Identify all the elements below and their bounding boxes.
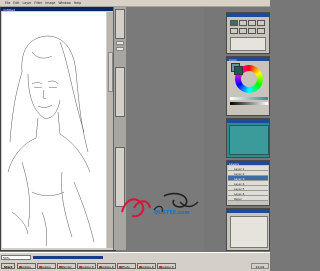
app-icon xyxy=(119,265,122,268)
layer-name: Paper xyxy=(234,197,242,201)
start-button[interactable]: Start xyxy=(1,263,15,269)
app-icon xyxy=(59,265,62,268)
layers-panel-title-bar: Layers xyxy=(227,161,269,166)
brush-panel-title xyxy=(227,13,269,17)
document-window: Untitled xyxy=(0,7,116,251)
color-panel-title: Color xyxy=(229,58,237,62)
app-icon xyxy=(39,265,42,268)
drawing-canvas[interactable] xyxy=(2,12,106,248)
app-icon xyxy=(79,265,82,268)
mixer-panel xyxy=(226,118,270,158)
sidebar-tab-2[interactable] xyxy=(116,47,124,51)
info-panel xyxy=(226,208,270,251)
info-panel-content xyxy=(230,216,268,248)
color-panel-title-bar: Color xyxy=(227,57,269,62)
color-panel: Color xyxy=(226,56,270,116)
watermark-logo: QUSTEE.com xyxy=(120,190,230,222)
taskbar-item[interactable]: Adobe P. xyxy=(157,263,176,269)
pencil-icon[interactable] xyxy=(239,20,247,26)
tool-palette xyxy=(115,9,125,39)
taskbar-item[interactable]: Adobe P. xyxy=(77,263,96,269)
mixer-panel-title-bar xyxy=(227,119,269,123)
menu-bar: File Edit Layer Filter Image Window Help xyxy=(0,0,270,7)
menu-edit[interactable]: Edit xyxy=(13,0,19,6)
brush-icon[interactable] xyxy=(230,20,238,26)
brush-variant-list[interactable] xyxy=(230,37,266,51)
mixer-area[interactable] xyxy=(229,125,269,155)
eraser-icon[interactable] xyxy=(248,20,256,26)
app-icon xyxy=(159,265,162,268)
menu-window[interactable]: Window xyxy=(58,0,71,6)
taskbar-item[interactable]: Adobe P. xyxy=(97,263,116,269)
taskbar-item[interactable]: Photo xyxy=(117,263,136,269)
color-triangle[interactable] xyxy=(241,71,257,87)
brush-panel xyxy=(226,12,270,54)
zoom-field[interactable]: 50% xyxy=(1,255,31,260)
blender-icon[interactable] xyxy=(257,28,265,34)
sidebar-tab-1[interactable] xyxy=(116,41,124,45)
menu-help[interactable]: Help xyxy=(74,0,81,6)
oil-icon[interactable] xyxy=(248,28,256,34)
taskbar-item[interactable]: Adobe xyxy=(17,263,36,269)
taskbar: 50% Start Adobe Adobe Painter Adobe P. A… xyxy=(0,252,270,271)
taskbar-item[interactable]: Painter xyxy=(57,263,76,269)
pen-icon[interactable] xyxy=(230,28,238,34)
status-bar-fill xyxy=(33,256,103,259)
layers-panel: Layers Layer 1 Layer 2 Layer 3 Layer 4 L… xyxy=(226,160,270,206)
app-icon xyxy=(19,265,22,268)
chalk-icon[interactable] xyxy=(239,28,247,34)
layer-row[interactable]: Paper xyxy=(228,196,268,201)
menu-image[interactable]: Image xyxy=(45,0,55,6)
document-title-bar[interactable]: Untitled xyxy=(1,7,115,12)
menu-layer[interactable]: Layer xyxy=(23,0,32,6)
app-icon xyxy=(99,265,102,268)
color-slider[interactable] xyxy=(230,97,268,100)
taskbar-clock: 21:04 xyxy=(251,263,269,269)
sketch-drawing xyxy=(7,35,95,247)
watermark-graphic xyxy=(121,192,199,218)
watermark-text: QUSTEE.com xyxy=(154,210,190,216)
info-panel-title-bar xyxy=(227,209,269,213)
menu-filter[interactable]: Filter xyxy=(34,0,42,6)
taskbar-item[interactable]: Adobe xyxy=(37,263,56,269)
background-color-swatch[interactable] xyxy=(234,66,243,75)
airbrush-icon[interactable] xyxy=(257,20,265,26)
value-slider[interactable] xyxy=(230,102,268,105)
sidebar-panel xyxy=(115,67,125,117)
app-icon xyxy=(139,265,142,268)
menu-file[interactable]: File xyxy=(5,0,10,6)
taskbar-item[interactable]: Adobe P. xyxy=(137,263,156,269)
